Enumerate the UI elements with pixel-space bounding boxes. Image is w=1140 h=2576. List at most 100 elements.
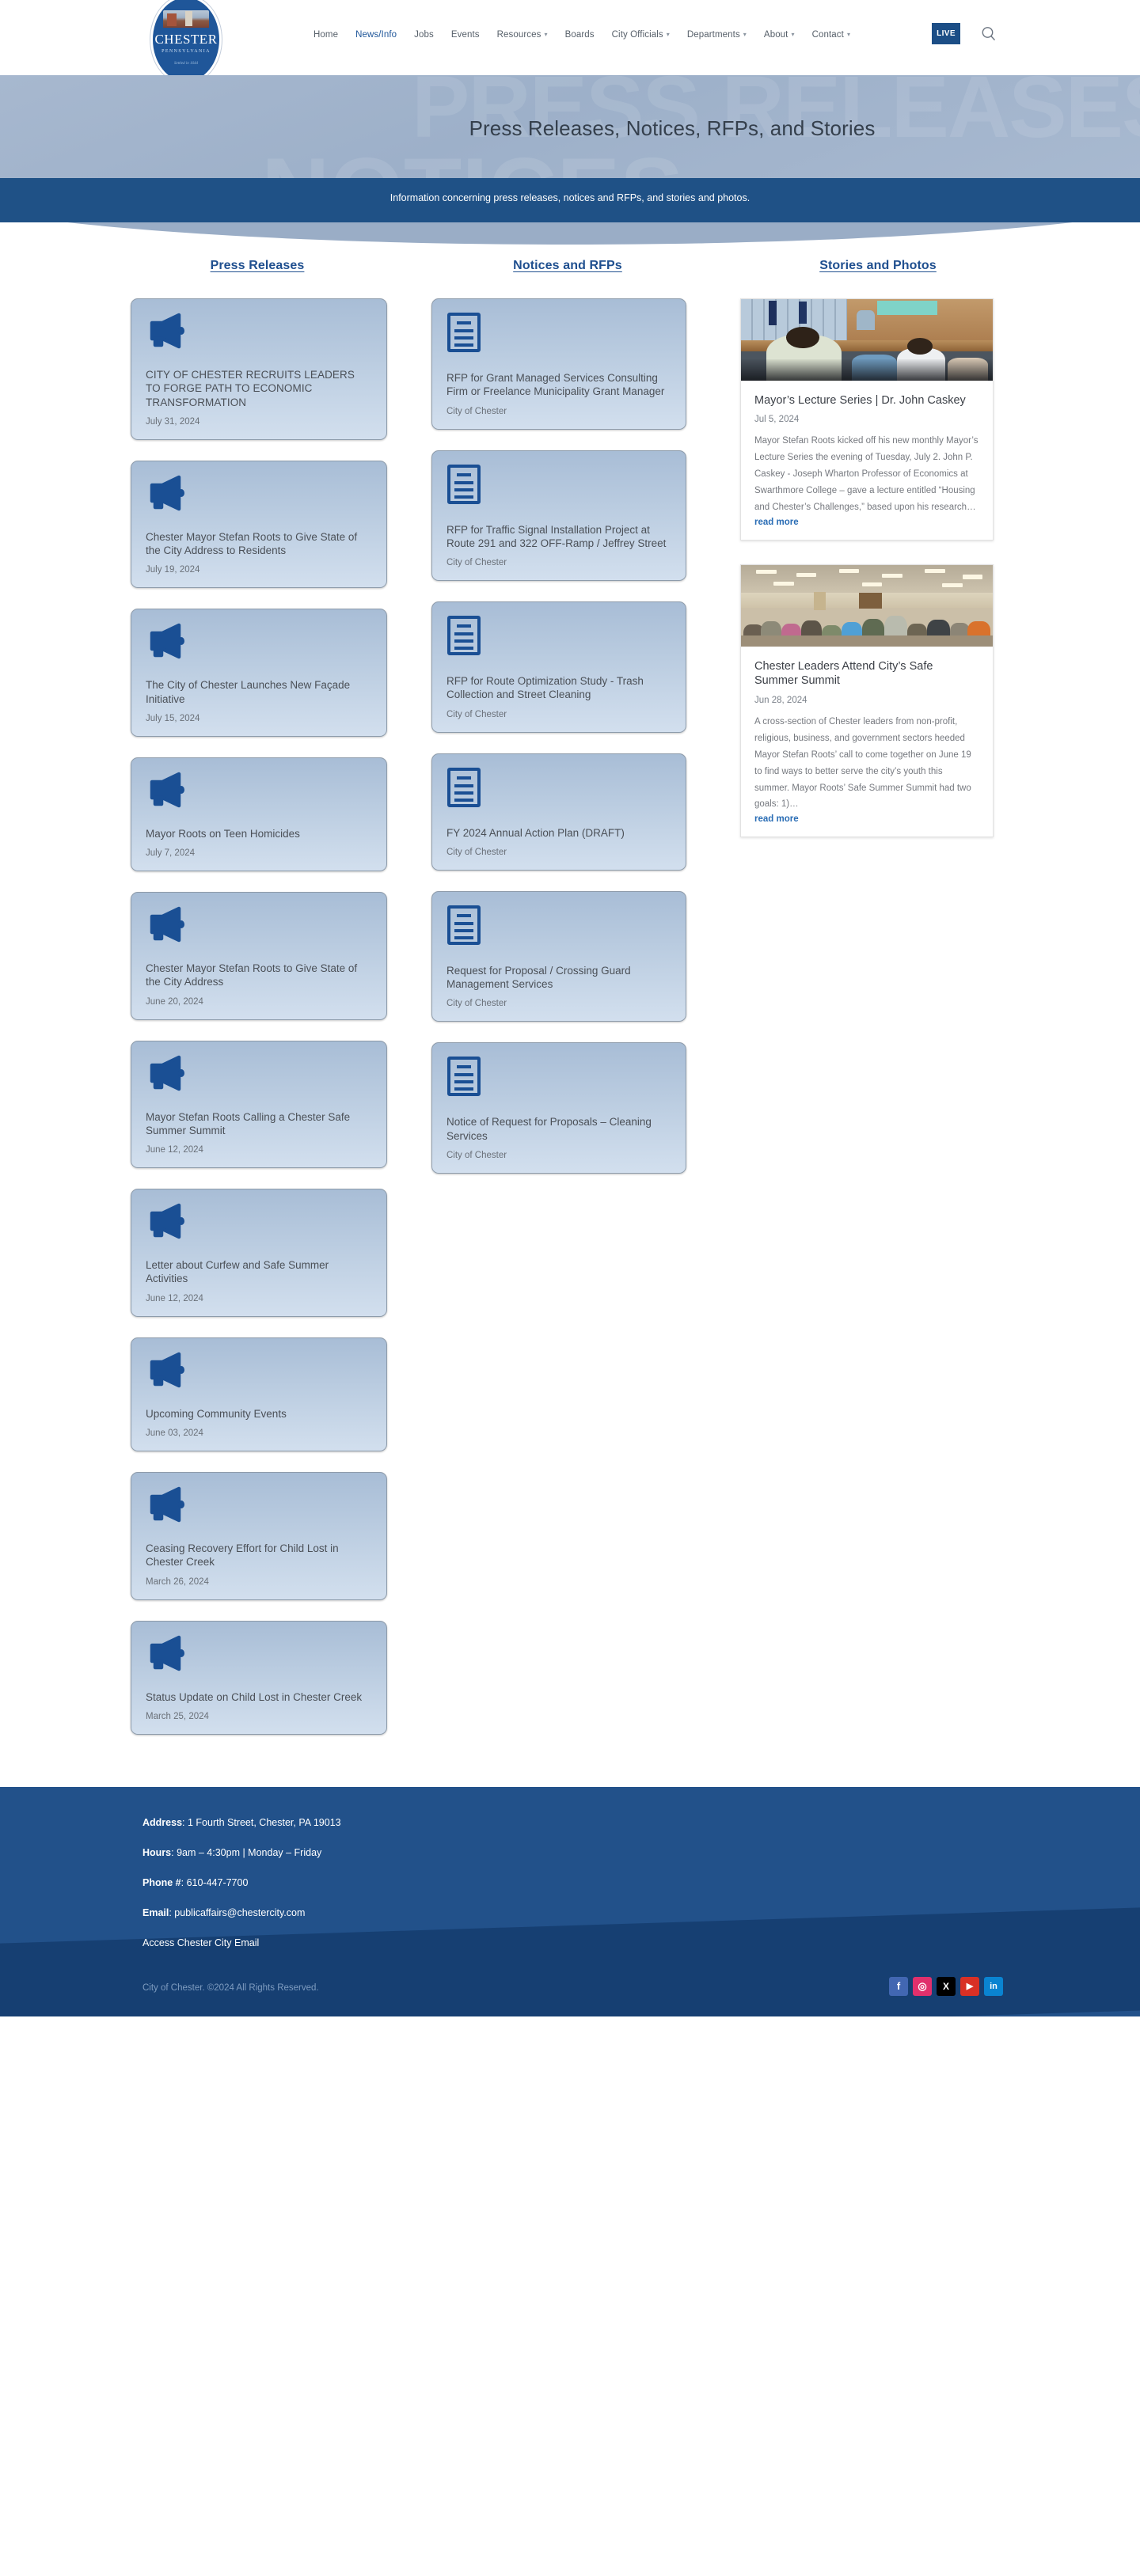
- press-release-date: July 19, 2024: [146, 565, 200, 575]
- footer-phone-value: : 610-447-7700: [180, 1876, 249, 1888]
- rfp-card[interactable]: RFP for Grant Managed Services Consultin…: [431, 298, 686, 430]
- nav-label: Home: [314, 30, 339, 40]
- rfp-source: City of Chester: [446, 406, 507, 416]
- nav-item-departments[interactable]: Departments ▾: [678, 30, 755, 40]
- press-release-card[interactable]: Letter about Curfew and Safe Summer Acti…: [131, 1189, 387, 1317]
- hero-ghost-text-2: NOTICES: [261, 137, 683, 178]
- youtube-icon[interactable]: ▶: [960, 1976, 979, 1996]
- megaphone-icon: [146, 771, 372, 813]
- press-release-title: Ceasing Recovery Effort for Child Lost i…: [146, 1542, 339, 1569]
- search-icon[interactable]: [980, 25, 998, 43]
- press-release-card[interactable]: Upcoming Community Events June 03, 2024: [131, 1337, 387, 1451]
- rfp-source: City of Chester: [446, 709, 507, 719]
- rfp-card[interactable]: Notice of Request for Proposals – Cleani…: [431, 1042, 686, 1174]
- nav-item-home[interactable]: Home: [305, 30, 347, 40]
- hero-subtitle-bar: Information concerning press releases, n…: [0, 178, 1140, 223]
- story-card[interactable]: Chester Leaders Attend City’s Safe Summe…: [740, 564, 994, 838]
- nav-item-news-info[interactable]: News/Info: [347, 30, 405, 40]
- press-release-title: CITY OF CHESTER RECRUITS LEADERS TO FORG…: [146, 369, 355, 408]
- main-content: Press Releases CITY OF CHESTER RECRUITS …: [0, 245, 1140, 1787]
- rfp-source: City of Chester: [446, 1150, 507, 1160]
- wave-divider: [0, 222, 1140, 245]
- rfp-title: RFP for Grant Managed Services Consultin…: [446, 372, 665, 398]
- press-release-card[interactable]: Chester Mayor Stefan Roots to Give State…: [131, 460, 387, 589]
- document-icon: [446, 464, 671, 509]
- live-button[interactable]: LIVE: [932, 23, 960, 44]
- press-release-card[interactable]: Mayor Stefan Roots Calling a Chester Saf…: [131, 1040, 387, 1169]
- press-release-title: Status Update on Child Lost in Chester C…: [146, 1690, 363, 1703]
- story-title: Mayor’s Lecture Series | Dr. John Caskey: [754, 394, 966, 407]
- nav-item-contact[interactable]: Contact ▾: [804, 30, 859, 40]
- column-heading-stories-photos[interactable]: Stories and Photos: [747, 259, 1009, 273]
- nav-label: Events: [450, 30, 480, 40]
- column-heading-press-releases[interactable]: Press Releases: [116, 259, 398, 273]
- document-icon: [446, 615, 671, 660]
- rfp-card[interactable]: Request for Proposal / Crossing Guard Ma…: [431, 890, 686, 1022]
- document-icon: [446, 312, 671, 357]
- read-more-link[interactable]: read more: [754, 518, 979, 527]
- social-links: f ◎ X ▶ in: [889, 1976, 1003, 1996]
- footer-email-line: Email: publicaffairs@chestercity.com: [142, 1907, 1140, 1918]
- press-release-card[interactable]: Ceasing Recovery Effort for Child Lost i…: [131, 1471, 387, 1600]
- megaphone-icon: [146, 622, 372, 664]
- nav-label: Resources: [496, 30, 542, 40]
- press-release-title: The City of Chester Launches New Façade …: [146, 679, 351, 705]
- nav-item-resources[interactable]: Resources ▾: [488, 30, 557, 40]
- megaphone-icon: [146, 1634, 372, 1676]
- column-heading-notices-rfps[interactable]: Notices and RFPs: [428, 259, 707, 273]
- rfp-card[interactable]: RFP for Traffic Signal Installation Proj…: [431, 450, 686, 582]
- press-release-card[interactable]: The City of Chester Launches New Façade …: [131, 609, 387, 737]
- footer-address-value: : 1 Fourth Street, Chester, PA 19013: [182, 1816, 341, 1828]
- press-release-title: Chester Mayor Stefan Roots to Give State…: [146, 962, 358, 988]
- press-release-card[interactable]: CITY OF CHESTER RECRUITS LEADERS TO FORG…: [131, 298, 387, 440]
- rfp-title: Request for Proposal / Crossing Guard Ma…: [446, 964, 631, 991]
- x-twitter-icon[interactable]: X: [937, 1976, 956, 1996]
- instagram-icon[interactable]: ◎: [913, 1976, 932, 1996]
- press-release-title: Chester Mayor Stefan Roots to Give State…: [146, 530, 358, 557]
- rfp-card[interactable]: RFP for Route Optimization Study - Trash…: [431, 601, 686, 733]
- logo-motto: Settled in 1644: [174, 61, 198, 66]
- logo-oval: CHESTER PENNSYLVANIA Settled in 1644: [150, 0, 222, 84]
- press-release-card[interactable]: Mayor Roots on Teen Homicides July 7, 20…: [131, 757, 387, 872]
- footer-email-value[interactable]: : publicaffairs@chestercity.com: [169, 1907, 305, 1918]
- nav-item-boards[interactable]: Boards: [557, 30, 603, 40]
- hero-subtitle: Information concerning press releases, n…: [0, 192, 1140, 203]
- nav-label: City Officials: [611, 30, 663, 40]
- footer-address-label: Address: [142, 1816, 183, 1828]
- story-card[interactable]: Mayor’s Lecture Series | Dr. John Caskey…: [740, 298, 994, 541]
- rfp-source: City of Chester: [446, 847, 507, 857]
- press-release-title: Letter about Curfew and Safe Summer Acti…: [146, 1259, 329, 1285]
- read-more-link[interactable]: read more: [754, 814, 979, 824]
- chevron-down-icon: ▾: [544, 31, 548, 38]
- chevron-down-icon: ▾: [743, 31, 747, 38]
- press-release-card[interactable]: Chester Mayor Stefan Roots to Give State…: [131, 892, 387, 1020]
- megaphone-icon: [146, 905, 372, 947]
- press-release-date: July 15, 2024: [146, 713, 200, 723]
- story-date: Jun 28, 2024: [754, 695, 808, 705]
- logo-city-name: CHESTER: [154, 31, 218, 47]
- column-notices-rfps: Notices and RFPs RFP for Grant Managed S…: [431, 259, 740, 1194]
- nav-item-city-officials[interactable]: City Officials ▾: [603, 30, 678, 40]
- chevron-down-icon: ▾: [791, 31, 795, 38]
- chevron-down-icon: ▾: [666, 31, 670, 38]
- story-date: Jul 5, 2024: [754, 415, 800, 425]
- site-logo[interactable]: CHESTER PENNSYLVANIA Settled in 1644: [146, 0, 226, 85]
- press-release-card[interactable]: Status Update on Child Lost in Chester C…: [131, 1620, 387, 1735]
- rfp-card[interactable]: FY 2024 Annual Action Plan (DRAFT) City …: [431, 753, 686, 871]
- column-press-releases: Press Releases CITY OF CHESTER RECRUITS …: [131, 259, 431, 1755]
- document-icon: [446, 1056, 671, 1101]
- linkedin-icon[interactable]: in: [984, 1976, 1003, 1996]
- rfp-source: City of Chester: [446, 558, 507, 568]
- megaphone-icon: [146, 312, 372, 354]
- nav-item-events[interactable]: Events: [443, 30, 488, 40]
- access-chester-city-email-link[interactable]: Access Chester City Email: [142, 1937, 1140, 1948]
- rfp-title: RFP for Traffic Signal Installation Proj…: [446, 523, 667, 549]
- story-excerpt: A cross-section of Chester leaders from …: [754, 716, 971, 810]
- lecture-hall-photo: [741, 299, 993, 381]
- facebook-icon[interactable]: f: [889, 1976, 908, 1996]
- nav-item-about[interactable]: About ▾: [755, 30, 804, 40]
- nav-item-jobs[interactable]: Jobs: [405, 30, 443, 40]
- story-body: Chester Leaders Attend City’s Safe Summe…: [741, 647, 993, 837]
- hero-banner: PRESS RELEASES NOTICES Press Releases, N…: [0, 75, 1140, 178]
- footer-phone-line: Phone #: 610-447-7700: [142, 1877, 1140, 1888]
